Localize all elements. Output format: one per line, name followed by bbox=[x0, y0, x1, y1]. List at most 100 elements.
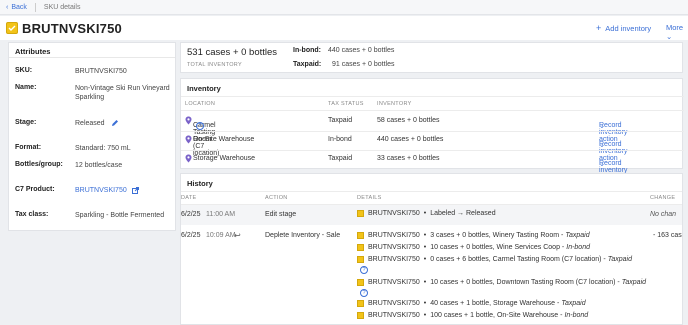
chevron-down-icon: ⌄ bbox=[599, 123, 605, 130]
sku-tag-icon bbox=[357, 244, 364, 251]
help-icon[interactable]: ? bbox=[196, 122, 204, 130]
inbond-label: In-bond: bbox=[293, 47, 321, 54]
add-inventory-button[interactable]: + Add inventory bbox=[596, 23, 651, 33]
attr-value: 12 bottles/case bbox=[75, 162, 123, 169]
add-inventory-label: Add inventory bbox=[605, 23, 652, 33]
col-location: LOCATION bbox=[185, 101, 216, 107]
chevron-left-icon: ‹ bbox=[6, 3, 9, 11]
detail-text: 10 cases + 0 bottles, Downtown Tasting R… bbox=[430, 279, 620, 286]
attr-row-tax-class: Tax class: Sparkling - Bottle Fermented bbox=[15, 211, 175, 220]
detail-status: Taxpaid bbox=[561, 300, 586, 307]
undo-arrow-icon: ↩ bbox=[234, 231, 241, 240]
inventory-row: On-Site Warehouse In-bond 440 cases + 0 … bbox=[181, 131, 684, 162]
top-bar: ‹ Back SKU details bbox=[0, 0, 688, 15]
attr-value: Sparkling - Bottle Fermented bbox=[75, 212, 165, 219]
col-inventory: INVENTORY bbox=[377, 101, 412, 107]
location-name: Storage Warehouse bbox=[193, 155, 255, 162]
history-action: Deplete Inventory - Sale bbox=[265, 232, 341, 239]
inventory-summary-card: 531 cases + 0 bottles TOTAL INVENTORY In… bbox=[180, 42, 683, 73]
total-inventory-value: 531 cases + 0 bottles bbox=[187, 47, 278, 58]
detail-sku: BRUTNVSKI750 bbox=[368, 300, 420, 307]
attr-key: Stage: bbox=[15, 119, 37, 126]
attributes-card: Attributes SKU: BRUTNVSKI750 Name: Non-V… bbox=[8, 42, 176, 231]
history-detail: BRUTNVSKI750 • 0 cases + 6 bottles, Carm… bbox=[357, 256, 632, 263]
detail-text: 3 cases + 0 bottles, Winery Tasting Room… bbox=[430, 232, 564, 239]
history-detail: BRUTNVSKI750 • 3 cases + 0 bottles, Wine… bbox=[357, 232, 590, 239]
detail-status: Taxpaid bbox=[565, 232, 590, 239]
history-detail: BRUTNVSKI750 • 10 cases + 0 bottles, Win… bbox=[357, 244, 590, 251]
attr-value: Non-Vintage Ski Run Vineyard Sparkling bbox=[75, 85, 170, 101]
inventory-qty: 58 cases + 0 bottles bbox=[377, 117, 440, 124]
inventory-qty: 440 cases + 0 bottles bbox=[377, 136, 444, 143]
attr-row-sku: SKU: BRUTNVSKI750 bbox=[15, 67, 175, 76]
c7-product-link[interactable]: BRUTNVSKI750 bbox=[75, 186, 175, 195]
stage-value: Released bbox=[75, 120, 105, 127]
history-card: History DATE ACTION DETAILS CHANGE 6/2/2… bbox=[180, 173, 683, 325]
detail-sku: BRUTNVSKI750 bbox=[368, 232, 420, 239]
chevron-down-icon: ⌄ bbox=[666, 32, 673, 41]
separator-dot: • bbox=[423, 232, 427, 239]
col-tax-status: TAX STATUS bbox=[328, 101, 364, 107]
more-button[interactable]: More ⌄ bbox=[666, 23, 688, 41]
history-date: 6/2/25 bbox=[181, 211, 201, 218]
tax-status: Taxpaid bbox=[328, 117, 353, 124]
inventory-row: Storage Warehouse Taxpaid 33 cases + 0 b… bbox=[181, 150, 684, 181]
inventory-qty: 33 cases + 0 bottles bbox=[377, 155, 440, 162]
history-change: - 163 cas bbox=[653, 232, 682, 239]
detail-text: 0 cases + 6 bottles, Carmel Tasting Room… bbox=[430, 256, 606, 263]
attr-row-format: Format: Standard: 750 mL bbox=[15, 144, 175, 153]
sku-tag-icon bbox=[6, 22, 18, 34]
attr-row-name: Name: Non-Vintage Ski Run Vineyard Spark… bbox=[15, 84, 175, 102]
location-name: On-Site Warehouse bbox=[193, 136, 255, 143]
separator-dot: • bbox=[423, 210, 427, 217]
history-action: Edit stage bbox=[265, 211, 297, 218]
detail-status: Taxpaid bbox=[621, 279, 647, 286]
back-label: Back bbox=[11, 3, 27, 11]
col-change: CHANGE bbox=[650, 195, 676, 201]
attr-value: Released bbox=[75, 119, 175, 128]
history-time: 10:09 AM bbox=[206, 232, 236, 239]
history-detail: BRUTNVSKI750 • 10 cases + 0 bottles, Dow… bbox=[357, 279, 646, 286]
back-link[interactable]: ‹ Back bbox=[6, 4, 27, 11]
divider bbox=[34, 2, 36, 12]
attr-key: Name: bbox=[15, 84, 37, 91]
detail-status: Taxpaid bbox=[607, 256, 632, 263]
inventory-row: Carmel Tasting Room (C7 location)? Taxpa… bbox=[181, 112, 684, 157]
page-header: BRUTNVSKI750 + Add inventory More ⌄ bbox=[0, 16, 688, 41]
history-heading: History bbox=[187, 179, 213, 188]
separator-dot: • bbox=[423, 279, 427, 286]
attr-key: C7 Product: bbox=[15, 186, 55, 193]
tax-status: In-bond bbox=[328, 136, 352, 143]
history-detail: BRUTNVSKI750 • 100 cases + 1 bottle, On-… bbox=[357, 312, 588, 319]
pencil-icon[interactable] bbox=[111, 119, 119, 127]
attr-key: SKU: bbox=[15, 67, 33, 74]
divider bbox=[181, 96, 684, 97]
detail-sku: BRUTNVSKI750 bbox=[368, 256, 420, 263]
more-label: More bbox=[666, 23, 684, 32]
chevron-down-icon: ⌄ bbox=[599, 142, 605, 149]
external-link-icon bbox=[131, 186, 139, 194]
detail-sku: BRUTNVSKI750 bbox=[368, 210, 420, 217]
location-pin-icon bbox=[185, 154, 192, 163]
plus-icon: + bbox=[596, 23, 602, 33]
detail-sku: BRUTNVSKI750 bbox=[368, 312, 420, 319]
detail-status: In-bond bbox=[566, 244, 590, 251]
sku-tag-icon bbox=[357, 300, 364, 307]
location-pin-icon bbox=[185, 116, 192, 125]
col-details: DETAILS bbox=[357, 195, 382, 201]
location-pin-icon bbox=[185, 135, 192, 144]
separator-dot: • bbox=[423, 300, 427, 307]
history-detail: BRUTNVSKI750 • Labeled → Released bbox=[357, 210, 496, 217]
col-date: DATE bbox=[181, 195, 197, 201]
inventory-heading: Inventory bbox=[187, 84, 221, 93]
help-icon[interactable]: ? bbox=[360, 289, 368, 297]
sku-tag-icon bbox=[357, 232, 364, 239]
history-change: No chan bbox=[650, 211, 677, 218]
col-action: ACTION bbox=[265, 195, 288, 201]
page-title: BRUTNVSKI750 bbox=[22, 20, 122, 36]
detail-text: 40 cases + 1 bottle, Storage Warehouse - bbox=[430, 300, 560, 307]
total-inventory-label: TOTAL INVENTORY bbox=[187, 62, 242, 68]
attr-row-stage: Stage: Released bbox=[15, 119, 175, 128]
help-icon[interactable]: ? bbox=[360, 266, 368, 274]
attr-key: Bottles/group: bbox=[15, 161, 63, 168]
